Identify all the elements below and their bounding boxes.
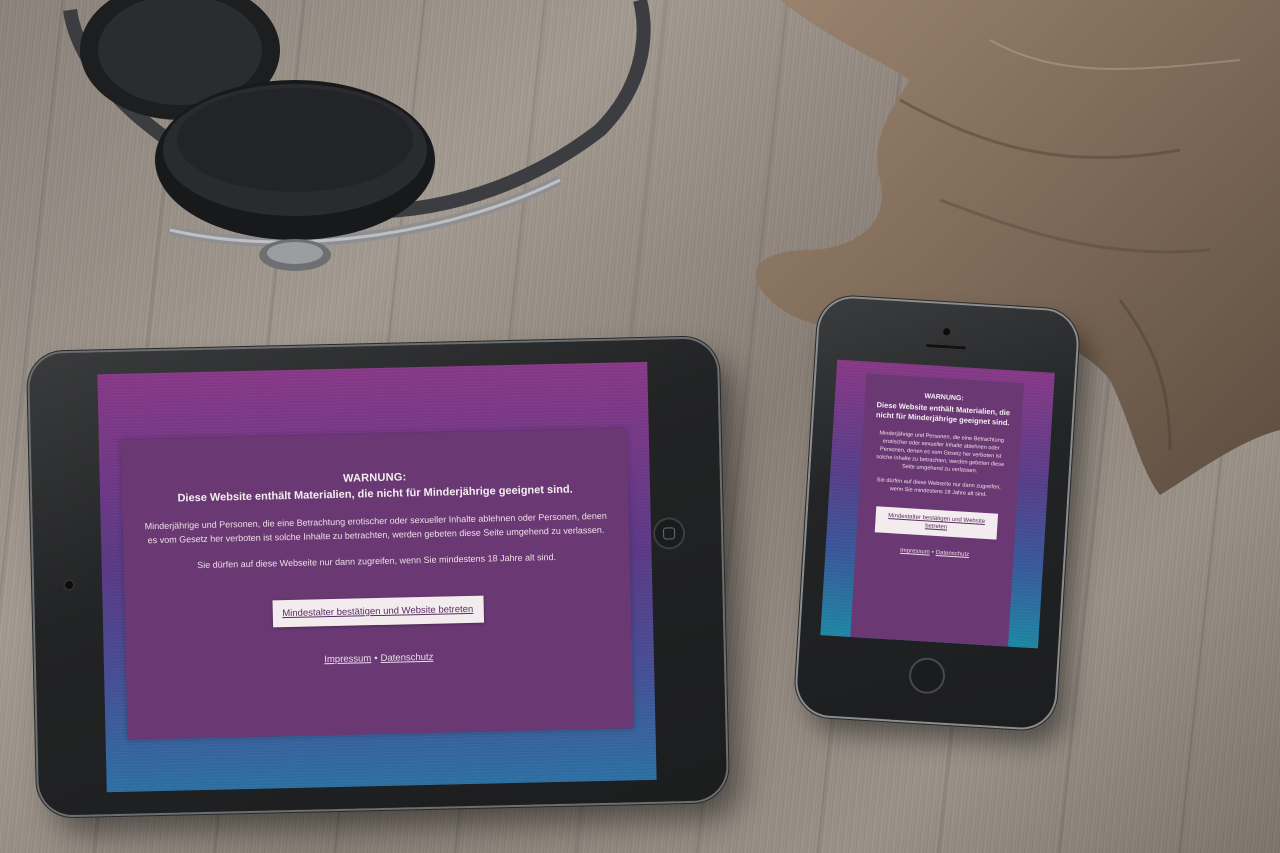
age-note: Sie dürfen auf diese Webseite nur dann z…	[876, 477, 1001, 499]
photo-scene: WARNUNG: Diese Website enthält Materiali…	[0, 0, 1280, 853]
link-separator: •	[931, 549, 934, 556]
warning-body: Minderjährige und Personen, die eine Bet…	[144, 510, 607, 546]
speaker-grille	[925, 342, 968, 351]
camera-icon	[942, 328, 951, 336]
tablet-screen: WARNUNG: Diese Website enthält Materiali…	[97, 361, 657, 793]
footer-links: Impressum • Datenschutz	[856, 545, 1014, 561]
privacy-link[interactable]: Datenschutz	[380, 652, 433, 664]
tablet-device: WARNUNG: Diese Website enthält Materiali…	[28, 338, 728, 816]
age-gate-dialog: WARNUNG: Diese Website enthält Materiali…	[120, 428, 634, 740]
phone-screen: WARNUNG: Diese Website enthält Materiali…	[820, 359, 1055, 649]
warning-body: Minderjährige und Personen, die eine Bet…	[876, 430, 1005, 475]
imprint-link[interactable]: Impressum	[324, 653, 371, 665]
home-button[interactable]	[652, 517, 686, 550]
age-gate-dialog: WARNUNG: Diese Website enthält Materiali…	[850, 373, 1025, 647]
headphones-icon	[63, 0, 651, 271]
camera-icon	[65, 580, 74, 590]
age-note: Sie dürfen auf diese Webseite nur dann z…	[197, 551, 557, 571]
footer-links: Impressum • Datenschutz	[126, 647, 632, 669]
home-button[interactable]	[907, 656, 947, 695]
confirm-age-button[interactable]: Mindestalter bestätigen und Website betr…	[874, 506, 999, 540]
phone-device: WARNUNG: Diese Website enthält Materiali…	[795, 296, 1079, 730]
privacy-link[interactable]: Datenschutz	[936, 550, 970, 558]
link-separator: •	[374, 653, 378, 665]
confirm-age-button[interactable]: Mindestalter bestätigen und Website betr…	[272, 595, 484, 628]
imprint-link[interactable]: Impressum	[900, 548, 930, 556]
warning-headline: Diese Website enthält Materialien, die n…	[875, 400, 1011, 428]
